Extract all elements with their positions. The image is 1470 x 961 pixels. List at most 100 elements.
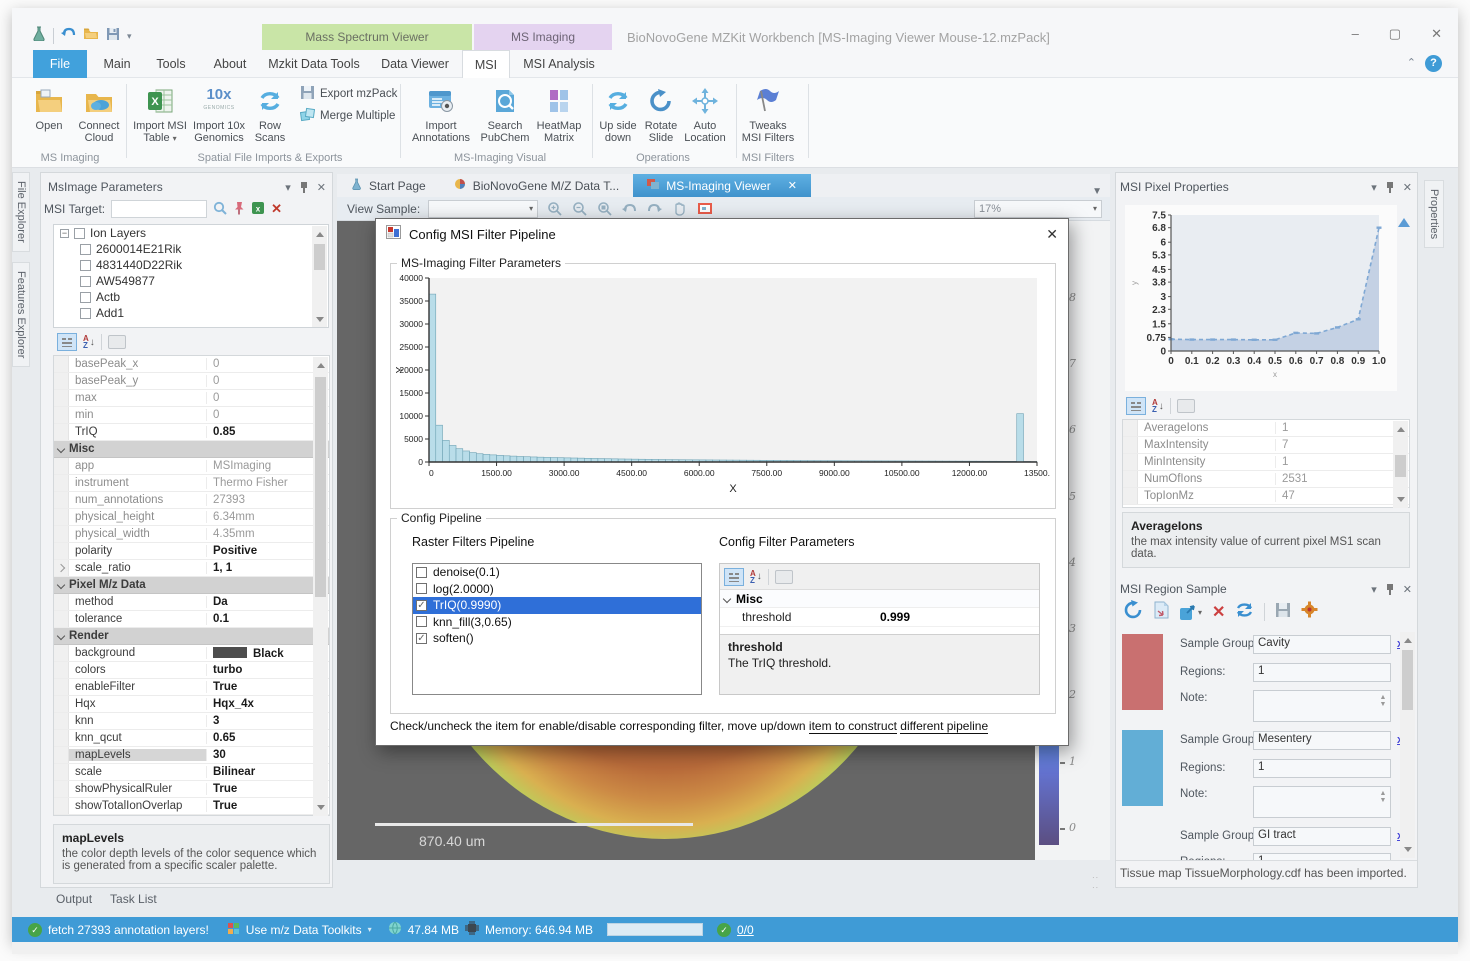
undo-view-icon[interactable] (621, 200, 638, 217)
open-folder-icon[interactable] (83, 27, 99, 45)
refresh-icon[interactable] (1124, 600, 1143, 624)
sidebar-tab-file-explorer[interactable]: File Explorer (12, 172, 30, 252)
tab-tools[interactable]: Tools (145, 50, 197, 78)
msimage-property-grid[interactable]: basePeak_x0 basePeak_y0 max0 min0 TrIQ0.… (53, 355, 330, 816)
filter-checkbox[interactable] (416, 616, 427, 627)
tab-about[interactable]: About (200, 50, 260, 78)
minimize-button[interactable]: – (1352, 26, 1359, 42)
tab-task-list[interactable]: Task List (110, 892, 157, 906)
filter-item[interactable]: denoise(0.1) (413, 564, 701, 581)
toolkit-dropdown-icon[interactable]: ▾ (368, 925, 372, 934)
import-10x-genomics-button[interactable]: 10xGENOMICS Import 10x Genomics (190, 84, 248, 144)
tweaks-msi-filters-button[interactable]: Tweaks MSI Filters (740, 84, 796, 144)
search-pubchem-button[interactable]: Search PubChem (477, 84, 533, 144)
tree-item[interactable]: Actb (54, 289, 328, 305)
connect-cloud-button[interactable]: Connect Cloud (70, 84, 128, 144)
zoom-reset-icon[interactable] (596, 200, 613, 217)
panel-close-icon[interactable]: ✕ (1403, 583, 1412, 596)
pin-icon[interactable] (300, 182, 308, 193)
merge-multiple-button[interactable]: Merge Multiple (300, 107, 395, 125)
sample-group-input[interactable]: Mesentery (1253, 731, 1391, 750)
delete-region-icon[interactable]: ✕ (1212, 602, 1225, 622)
tree-item[interactable]: 4831440D22Rik (54, 257, 328, 273)
doc-tab-data[interactable]: BioNovoGene M/Z Data T... (440, 174, 634, 197)
sort-az-icon[interactable]: AZ↓ (1152, 399, 1164, 413)
export-region-icon[interactable] (1153, 601, 1169, 624)
tab-data-viewer[interactable]: Data Viewer (370, 50, 460, 78)
tree-item[interactable]: Add1 (54, 305, 328, 321)
dialog-close-icon[interactable]: ✕ (1046, 226, 1058, 243)
category-misc[interactable]: Misc (720, 590, 1039, 608)
sidebar-tab-features-explorer[interactable]: Features Explorer (12, 262, 30, 367)
filter-item[interactable]: ✓soften() (413, 630, 701, 647)
pin-target-icon[interactable] (233, 201, 245, 218)
category-render[interactable]: Render (54, 628, 329, 645)
clear-target-icon[interactable]: ✕ (271, 201, 282, 217)
regions-input[interactable]: 1 (1253, 853, 1391, 860)
redo-view-icon[interactable] (646, 200, 663, 217)
save-icon[interactable] (106, 27, 120, 46)
tab-main[interactable]: Main (92, 50, 142, 78)
tree-scrollbar[interactable] (312, 226, 327, 328)
zoom-in-icon[interactable] (546, 200, 563, 217)
sort-az-icon[interactable]: AZ↓ (750, 570, 762, 584)
qat-dropdown-icon[interactable]: ▾ (127, 31, 132, 42)
close-doc-icon[interactable]: ✕ (788, 179, 797, 192)
filter-checkbox[interactable] (416, 583, 427, 594)
scroll-up-icon[interactable] (1398, 218, 1410, 227)
filter-item[interactable]: log(2.0000) (413, 581, 701, 598)
pixel-props-grid[interactable]: AverageIons1 MaxIntensity7 MinIntensity1… (1122, 419, 1410, 508)
toolkit-menu[interactable]: Use m/z Data Toolkits (246, 923, 362, 937)
pin-icon[interactable] (1386, 182, 1394, 193)
zoom-level-combobox[interactable]: 17%▾ (974, 200, 1102, 218)
doc-tab-msi-viewer[interactable]: MS-Imaging Viewer ✕ (633, 174, 811, 197)
panel-dropdown-icon[interactable]: ▾ (1371, 583, 1377, 596)
sync-region-icon[interactable] (1235, 601, 1254, 623)
upside-down-button[interactable]: Up side down (596, 84, 640, 144)
panel-dropdown-icon[interactable]: ▾ (285, 181, 291, 194)
import-msi-table-button[interactable]: X Import MSI Table ▾ (131, 84, 189, 145)
panel-dropdown-icon[interactable]: ▾ (1371, 181, 1377, 194)
excel-export-icon[interactable]: x (251, 201, 265, 218)
collapse-ribbon-icon[interactable]: ⌃ (1407, 56, 1416, 69)
help-icon[interactable]: ? (1425, 55, 1442, 72)
save-region-icon[interactable] (1275, 602, 1291, 623)
view-sample-combobox[interactable]: ▾ (428, 200, 538, 218)
regions-input[interactable]: 1 (1253, 663, 1391, 682)
panel-close-icon[interactable]: ✕ (1403, 181, 1412, 194)
export-mzpack-button[interactable]: Export mzPack (300, 85, 397, 103)
pixel-grid-scrollbar[interactable] (1393, 421, 1408, 508)
filter-checkbox[interactable] (416, 567, 427, 578)
filter-params-propgrid[interactable]: AZ↓ Misc threshold 0.999 threshold The T… (719, 563, 1040, 695)
threshold-row[interactable]: threshold 0.999 (720, 608, 1039, 627)
tasks-counter[interactable]: 0/0 (737, 923, 754, 937)
zoom-out-icon[interactable] (571, 200, 588, 217)
categorized-icon[interactable] (57, 333, 77, 351)
category-misc[interactable]: Misc (54, 441, 329, 458)
selected-row-maplevels[interactable]: mapLevels30 (54, 747, 329, 764)
sample-group-input[interactable]: GI tract (1253, 827, 1391, 846)
msi-target-input[interactable] (111, 200, 207, 218)
tree-item[interactable]: AW549877 (54, 273, 328, 289)
pan-hand-icon[interactable] (671, 200, 688, 217)
tab-file[interactable]: File (33, 50, 87, 78)
settings-gear-icon[interactable] (1301, 601, 1318, 623)
regions-input[interactable]: 1 (1253, 759, 1391, 778)
filter-checkbox[interactable]: ✓ (416, 633, 427, 644)
row-scans-button[interactable]: Row Scans (248, 84, 292, 144)
import-annotations-button[interactable]: Import Annotations (408, 84, 474, 144)
heatmap-matrix-button[interactable]: HeatMap Matrix (533, 84, 585, 144)
samples-scrollbar[interactable] (1400, 632, 1415, 858)
filter-checkbox[interactable]: ✓ (416, 600, 427, 611)
panel-close-icon[interactable]: ✕ (317, 181, 326, 194)
doc-tab-start-page[interactable]: Start Page (337, 174, 440, 197)
tab-mzkit-data-tools[interactable]: Mzkit Data Tools (262, 50, 366, 78)
resize-grip[interactable]: ∙∙∙∙ (1092, 872, 1104, 884)
sort-az-icon[interactable]: AZ↓ (83, 335, 95, 349)
note-textarea[interactable]: ▲▼ (1253, 786, 1391, 818)
close-button[interactable]: ✕ (1431, 26, 1442, 42)
tree-root-checkbox[interactable] (74, 228, 85, 239)
tab-msi[interactable]: MSI (462, 50, 510, 78)
category-pixel-mz-data[interactable]: Pixel M/z Data (54, 577, 329, 594)
tab-list-dropdown-icon[interactable]: ▼ (1092, 186, 1110, 197)
